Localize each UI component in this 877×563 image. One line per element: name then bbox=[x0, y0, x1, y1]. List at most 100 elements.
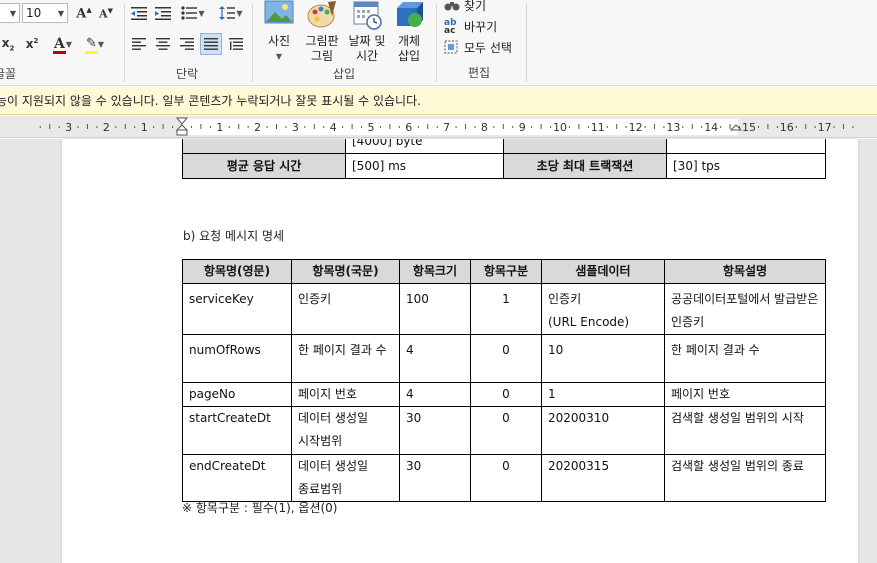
align-left-button[interactable] bbox=[128, 34, 150, 54]
ruler-tick bbox=[493, 126, 495, 128]
ribbon-separator bbox=[526, 4, 527, 82]
highlight-color-button[interactable]: ✎ ▼ bbox=[80, 34, 110, 54]
horizontal-ruler[interactable]: 3 2 1 1 2 3 4 5 6 7 8 9 10 11 12 13 14 15 16 17 bbox=[0, 116, 877, 138]
highlighter-icon: ✎ bbox=[84, 37, 98, 54]
ruler-tick bbox=[162, 124, 164, 129]
grow-font-button[interactable]: A▲ bbox=[74, 3, 94, 23]
font-color-button[interactable]: A ▼ bbox=[48, 34, 78, 54]
ruler-tick bbox=[654, 124, 655, 129]
ruler-tick bbox=[587, 126, 589, 128]
ruler-tick bbox=[568, 126, 570, 128]
ruler-number: 2 bbox=[103, 121, 110, 134]
font-size-combo[interactable]: 10 ▼ bbox=[22, 3, 68, 23]
ruler-tick bbox=[115, 126, 117, 128]
ruler-number: 6 bbox=[405, 121, 412, 134]
ruler-tick bbox=[238, 124, 240, 129]
cell-sample: 인증키 (URL Encode) bbox=[541, 283, 665, 335]
ribbon-separator bbox=[436, 4, 437, 82]
section-title: b) 요청 메시지 명세 bbox=[183, 229, 285, 243]
replace-button[interactable]: ab ac 바꾸기 bbox=[444, 17, 497, 36]
ruler-number: 15 bbox=[742, 121, 756, 134]
cell-size: 30 bbox=[399, 454, 471, 502]
align-right-button[interactable] bbox=[176, 34, 198, 54]
insert-object-label-line1: 개체 bbox=[397, 34, 421, 48]
ruler-tick bbox=[455, 126, 457, 128]
align-center-icon bbox=[156, 38, 170, 50]
ruler-tick bbox=[153, 126, 155, 128]
date-time-button[interactable]: 날짜 및 시간 bbox=[345, 0, 389, 64]
table-row: serviceKey 인증키 100 1 인증키 (URL Encode) 공공… bbox=[182, 283, 826, 335]
ruler-tick bbox=[323, 126, 325, 128]
insert-object-button[interactable]: 개체 삽입 bbox=[391, 0, 427, 64]
ruler-tick bbox=[814, 126, 816, 128]
bullet-list-button[interactable]: ▼ bbox=[177, 3, 209, 23]
column-header: 항목명(국문) bbox=[291, 259, 400, 284]
decrease-indent-button[interactable] bbox=[128, 3, 150, 23]
ruler-tick bbox=[276, 124, 277, 129]
document-page[interactable]: [4000] byte 평균 응답 시간 [500] ms 초당 최대 트랙잭션… bbox=[62, 139, 858, 563]
subscript-button[interactable]: x2 bbox=[0, 34, 18, 54]
ruler-tick bbox=[691, 124, 693, 129]
paint-drawing-label-line2: 그림 bbox=[310, 49, 334, 63]
table-row: endCreateDt 데이터 생성일 종료범위 30 0 20200315 검… bbox=[182, 454, 826, 502]
table-header-row: 항목명(영문) 항목명(국문) 항목크기 항목구분 샘플데이터 항목설명 bbox=[182, 259, 826, 284]
line-spacing-button[interactable]: ▼ bbox=[215, 3, 247, 23]
ruler-tick bbox=[663, 126, 665, 128]
bullet-list-icon bbox=[181, 6, 198, 20]
paint-drawing-button[interactable]: 그림판 그림 bbox=[303, 0, 341, 64]
select-all-icon bbox=[444, 40, 460, 54]
insert-picture-button[interactable]: 사진 ▼ bbox=[261, 0, 297, 64]
cell-type: 0 bbox=[470, 406, 542, 455]
increase-indent-button[interactable] bbox=[152, 3, 174, 23]
ruler-scale: 3 2 1 1 2 3 4 5 6 7 8 9 10 11 12 13 14 15 16 17 bbox=[39, 117, 854, 136]
ruler-tick bbox=[417, 126, 419, 128]
subscript-icon: x2 bbox=[1, 35, 15, 53]
ruler-tick bbox=[313, 124, 315, 129]
paragraph-dialog-button[interactable] bbox=[225, 34, 247, 54]
ruler-tick bbox=[616, 124, 618, 129]
ruler-tick bbox=[342, 126, 344, 128]
align-center-button[interactable] bbox=[152, 34, 174, 54]
paint-drawing-label-line1: 그림판 bbox=[305, 34, 339, 48]
chevron-down-icon: ▼ bbox=[65, 39, 73, 49]
cell-size: 4 bbox=[399, 382, 471, 407]
insert-group-label: 삽입 bbox=[333, 67, 356, 81]
ruler-tick bbox=[843, 124, 844, 129]
table-row: startCreateDt 데이터 생성일 시작범위 30 0 20200310… bbox=[182, 406, 826, 455]
cell-name-en: startCreateDt bbox=[182, 406, 292, 455]
align-right-icon bbox=[180, 38, 194, 50]
first-line-indent-marker[interactable] bbox=[175, 117, 189, 125]
left-indent-marker[interactable] bbox=[175, 124, 189, 136]
cell-desc: 페이지 번호 bbox=[664, 382, 826, 407]
ruler-tick bbox=[512, 126, 514, 128]
date-time-label-line2: 시간 bbox=[355, 49, 379, 63]
ruler-tick bbox=[77, 126, 79, 128]
ruler-tick bbox=[351, 124, 353, 129]
ruler-tick bbox=[96, 126, 98, 128]
ruler-number: 3 bbox=[292, 121, 299, 134]
performance-table: [4000] byte 평균 응답 시간 [500] ms 초당 최대 트랙잭션… bbox=[182, 139, 826, 179]
binoculars-icon bbox=[444, 0, 460, 12]
cell-name-kr: 데이터 생성일 시작범위 bbox=[291, 406, 400, 455]
find-button[interactable]: 찾기 bbox=[444, 0, 486, 14]
ruler-tick bbox=[436, 126, 438, 128]
font-name-combo-arrow[interactable]: ▼ bbox=[0, 3, 20, 23]
select-all-button[interactable]: 모두 선택 bbox=[444, 38, 512, 56]
shrink-font-button[interactable]: A▼ bbox=[96, 3, 116, 23]
column-header: 항목명(영문) bbox=[182, 259, 292, 284]
ruler-tick bbox=[398, 126, 400, 128]
replace-icon: ab ac bbox=[444, 18, 457, 36]
ruler-number: 14 bbox=[704, 121, 718, 134]
superscript-button[interactable]: x2 bbox=[22, 34, 42, 54]
ruler-number: 1 bbox=[216, 121, 223, 134]
ruler-tick bbox=[757, 126, 759, 128]
justify-button[interactable] bbox=[200, 33, 222, 55]
cell-sample: 1 bbox=[541, 382, 665, 407]
font-color-icon: A bbox=[52, 36, 66, 54]
info-bar-message: 능이 지원되지 않을 수 있습니다. 일부 콘텐츠가 누락되거나 잘못 표시될 … bbox=[0, 94, 421, 108]
cell-size: 100 bbox=[399, 283, 471, 335]
ruler-number: 17 bbox=[818, 121, 832, 134]
select-all-label: 모두 선택 bbox=[464, 40, 512, 55]
ruler-tick bbox=[767, 124, 769, 129]
chevron-down-icon: ▼ bbox=[57, 8, 64, 18]
